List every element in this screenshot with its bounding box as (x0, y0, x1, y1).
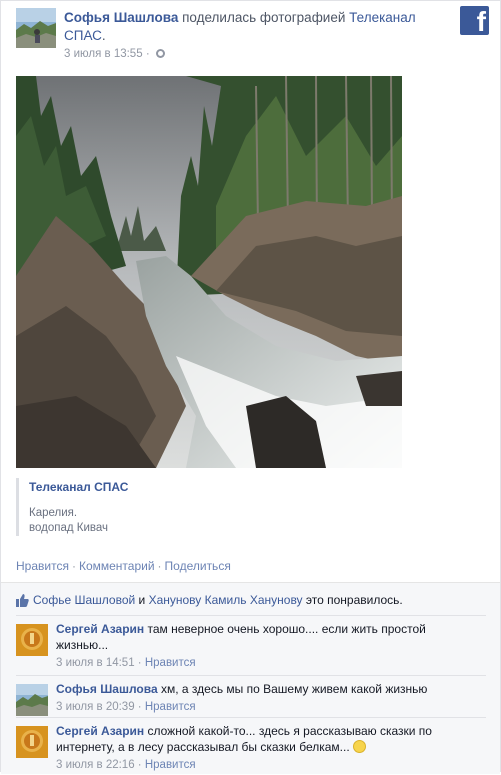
facebook-logo-glyph: f (476, 6, 486, 36)
comment-timestamp-link[interactable]: 3 июля в 22:16 (56, 759, 135, 771)
attachment-title[interactable]: Телеканал СПАС (29, 480, 409, 494)
comment-item: Софья Шашлова хм, а здесь мы по Вашему ж… (16, 675, 486, 718)
comment-text: хм, а здесь мы по Вашему живем какой жиз… (157, 682, 428, 696)
commenter-avatar[interactable] (16, 624, 48, 656)
shared-attachment[interactable]: Телеканал СПАС Карелия. водопад Кивач (16, 478, 409, 536)
comment-timestamp-link[interactable]: 3 июля в 20:39 (56, 701, 135, 713)
comment-author-link[interactable]: Софья Шашлова (56, 682, 158, 696)
liker-link-1[interactable]: Софье Шашловой (33, 593, 135, 607)
share-button[interactable]: Поделиться (165, 559, 231, 573)
comment-meta: 3 июля в 20:39 · Нравится (56, 699, 446, 715)
action-separator: · (157, 559, 162, 573)
comment-meta-separator: · (134, 701, 145, 713)
likes-and-text: и (135, 593, 149, 607)
author-name-link[interactable]: Софья Шашлова (64, 10, 178, 25)
likes-summary: Софье Шашловой и Ханунову Камиль Ханунов… (16, 593, 403, 607)
comment-meta-separator: · (134, 759, 145, 771)
comment-item: Сергей Азарин сложной какой-то... здесь … (16, 717, 486, 775)
likes-suffix-text: это понравилось. (302, 593, 403, 607)
post-action-text: поделилась фотографией (178, 10, 350, 25)
action-separator: · (71, 559, 76, 573)
commenter-avatar[interactable] (16, 684, 48, 716)
feedback-area: Софье Шашловой и Ханунову Камиль Ханунов… (1, 582, 500, 774)
post-timestamp-link[interactable]: 3 июля в 13:55 (64, 48, 143, 60)
facebook-logo-icon[interactable]: f (460, 6, 489, 35)
comment-body: Сергей Азарин там неверное очень хорошо.… (56, 621, 446, 671)
comment-body: Софья Шашлова хм, а здесь мы по Вашему ж… (56, 681, 446, 715)
comment-meta-separator: · (134, 657, 145, 669)
smiley-icon (353, 740, 367, 753)
comment-body: Сергей Азарин сложной какой-то... здесь … (56, 723, 446, 773)
author-avatar[interactable] (16, 8, 56, 48)
attachment-desc-line2: водопад Кивач (29, 522, 108, 534)
comment-author-link[interactable]: Сергей Азарин (56, 622, 144, 636)
meta-separator: · (145, 48, 153, 60)
post-action-period: . (101, 28, 106, 43)
news-feed-post: Софья Шашлова поделилась фотографией Тел… (0, 0, 501, 774)
comment-author-link[interactable]: Сергей Азарин (56, 724, 144, 738)
liker-link-2[interactable]: Ханунову Камиль Ханунову (149, 593, 303, 607)
post-header: Софья Шашлова поделилась фотографией Тел… (64, 9, 444, 45)
comment-timestamp-link[interactable]: 3 июля в 14:51 (56, 657, 135, 669)
like-button[interactable]: Нравится (16, 559, 69, 573)
comment-like-button[interactable]: Нравится (145, 701, 196, 713)
attachment-desc-line1: Карелия. (29, 507, 78, 519)
comment-meta: 3 июля в 22:16 · Нравится (56, 757, 446, 773)
comment-like-button[interactable]: Нравится (145, 759, 196, 771)
attachment-description: Карелия. водопад Кивач (29, 506, 409, 536)
comment-like-button[interactable]: Нравится (145, 657, 196, 669)
commenter-avatar[interactable] (16, 726, 48, 758)
post-actions: Нравится · Комментарий · Поделиться (16, 559, 231, 573)
comment-button[interactable]: Комментарий (79, 559, 155, 573)
globe-icon[interactable] (155, 49, 165, 58)
comment-meta: 3 июля в 14:51 · Нравится (56, 655, 446, 671)
post-photo[interactable] (16, 76, 402, 468)
comment-item: Сергей Азарин там неверное очень хорошо.… (16, 615, 486, 676)
post-meta: 3 июля в 13:55 · (64, 48, 165, 60)
thumbs-up-icon (16, 593, 29, 607)
